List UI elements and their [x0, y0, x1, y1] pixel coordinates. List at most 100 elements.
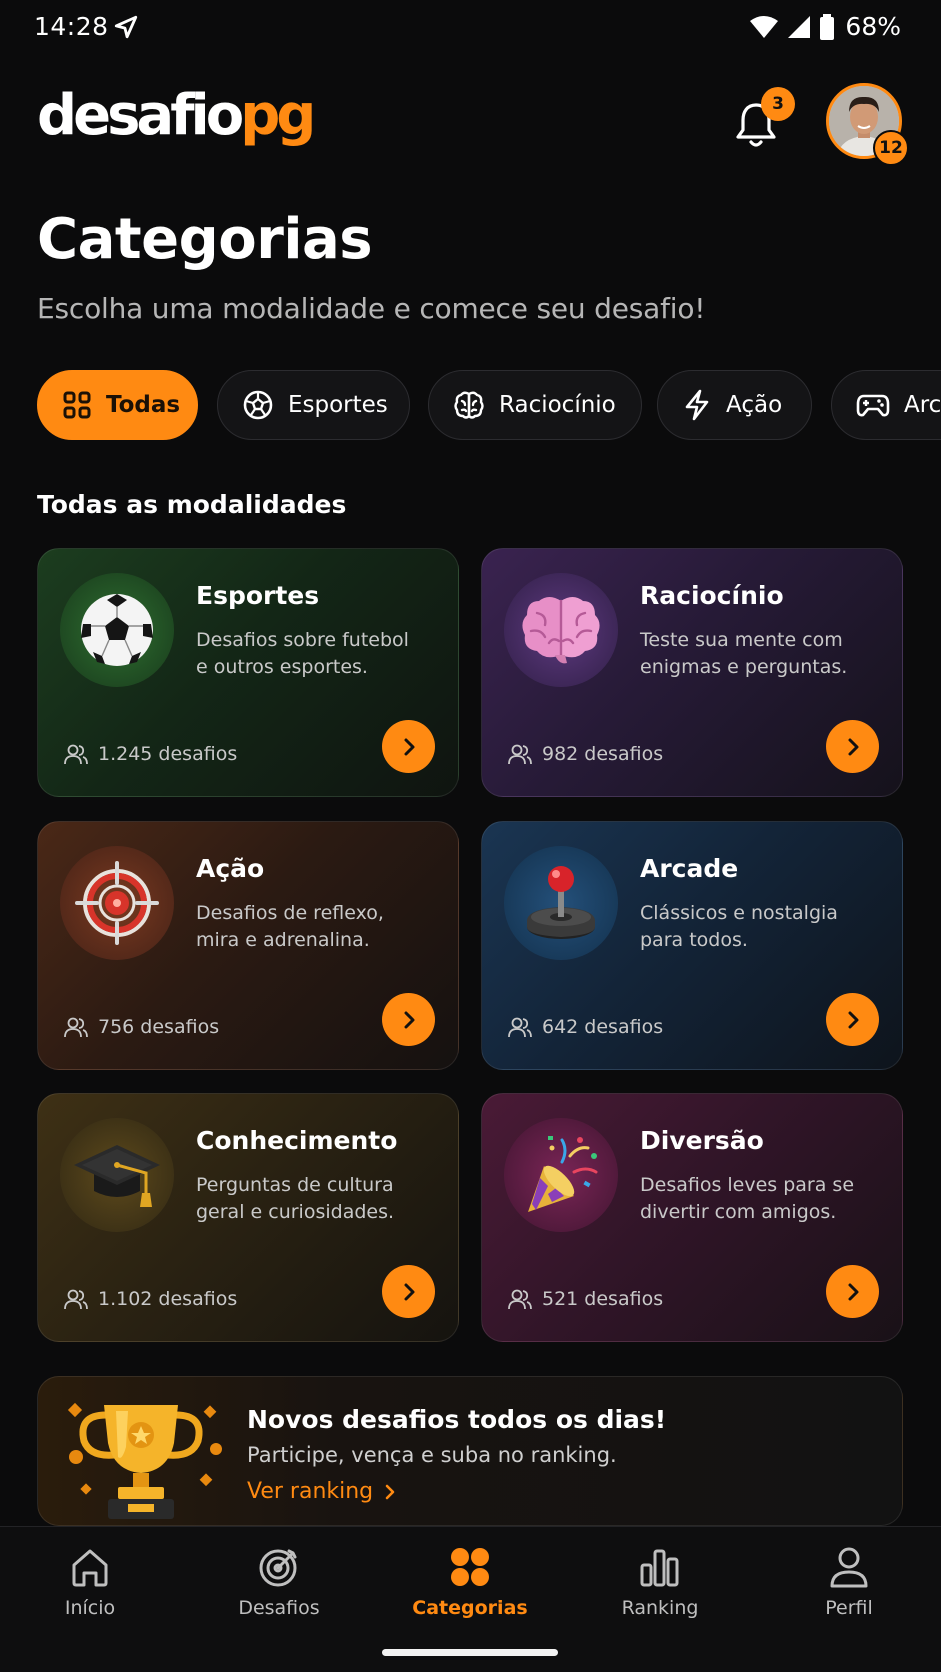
- ver-ranking-label: Ver ranking: [247, 1479, 374, 1504]
- brain-icon: [454, 391, 484, 419]
- category-description: Clássicos e nostalgia para todos.: [640, 902, 838, 951]
- users-icon: [64, 744, 88, 765]
- ver-ranking-link[interactable]: Ver ranking: [247, 1479, 397, 1504]
- category-card-esportes[interactable]: Esportes Desafios sobre futebol e outros…: [37, 548, 459, 797]
- users-icon: [508, 744, 532, 765]
- filter-chip-esportes[interactable]: Esportes: [217, 370, 410, 440]
- filter-chip-acao[interactable]: Ação: [657, 370, 812, 440]
- banner-title: Novos desafios todos os dias!: [247, 1405, 667, 1434]
- section-title: Todas as modalidades: [37, 490, 347, 519]
- notification-badge: 3: [761, 87, 795, 121]
- category-count-text: 642 desafios: [542, 1016, 664, 1038]
- category-count: 642 desafios: [508, 1016, 663, 1038]
- level-badge: 12: [873, 130, 909, 166]
- status-bar: 14:28 68%: [0, 0, 941, 56]
- page-title: Categorias: [37, 207, 373, 272]
- logo-text-accent: pg: [240, 83, 316, 148]
- category-icon-wrap: [504, 846, 618, 960]
- gamepad-icon: [856, 394, 890, 417]
- lightning-icon: [685, 389, 709, 421]
- category-title: Raciocínio: [640, 581, 784, 610]
- nav-item-categorias[interactable]: Categorias: [395, 1545, 545, 1619]
- chevron-right-icon: [848, 738, 858, 755]
- category-open-button[interactable]: [382, 720, 435, 773]
- wifi-icon: [750, 15, 779, 38]
- filter-chip-raciocinio[interactable]: Raciocínio: [428, 370, 642, 440]
- filter-chip-todas[interactable]: Todas: [37, 370, 198, 440]
- categories-icon: [451, 1548, 489, 1586]
- app-logo[interactable]: desafiopg: [37, 88, 316, 144]
- users-icon: [64, 1017, 88, 1038]
- category-count-text: 982 desafios: [542, 743, 664, 765]
- graduation-cap-icon: [74, 1145, 160, 1207]
- chevron-right-icon: [404, 1011, 414, 1028]
- chevron-right-icon: [385, 1484, 395, 1499]
- filter-chip-label: Arcade: [904, 392, 941, 418]
- nav-label: Início: [64, 1597, 116, 1619]
- target-icon: [75, 861, 159, 945]
- chevron-right-icon: [848, 1011, 858, 1028]
- battery-icon: [820, 13, 835, 40]
- category-open-button[interactable]: [382, 993, 435, 1046]
- category-card-arcade[interactable]: Arcade Clássicos e nostalgia para todos.…: [481, 821, 903, 1070]
- target-icon: [259, 1549, 297, 1587]
- nav-label: Ranking: [621, 1597, 699, 1619]
- nav-item-inicio[interactable]: Início: [15, 1545, 165, 1619]
- grid-icon: [63, 391, 91, 419]
- status-icons: 68%: [749, 12, 901, 41]
- category-count: 1.245 desafios: [64, 743, 237, 765]
- banner-subtitle: Participe, vença e suba no ranking.: [247, 1443, 617, 1467]
- category-icon-wrap: [60, 573, 174, 687]
- nav-label: Categorias: [412, 1597, 528, 1619]
- page-subtitle: Escolha uma modalidade e comece seu desa…: [37, 292, 706, 325]
- category-icon-wrap: [504, 1118, 618, 1232]
- logo-text-main: desafio: [37, 83, 244, 148]
- category-count: 756 desafios: [64, 1016, 219, 1038]
- nav-label: Desafios: [238, 1597, 320, 1619]
- category-open-button[interactable]: [826, 993, 879, 1046]
- category-title: Conhecimento: [196, 1126, 398, 1155]
- category-card-conhecimento[interactable]: Conhecimento Perguntas de cultura geral …: [37, 1093, 459, 1342]
- category-card-acao[interactable]: Ação Desafios de reflexo, mira e adrenal…: [37, 821, 459, 1070]
- filter-chip-arcade[interactable]: Arcade: [831, 370, 941, 440]
- nav-item-desafios[interactable]: Desafios: [204, 1545, 354, 1619]
- soccer-ball-icon: [81, 594, 153, 666]
- brain-icon: [522, 597, 600, 664]
- category-description: Perguntas de cultura geral e curiosidade…: [196, 1174, 395, 1223]
- category-icon-wrap: [60, 1118, 174, 1232]
- category-filter-bar[interactable]: Todas Esportes Raciocínio Ação Arcade: [37, 370, 941, 440]
- home-indicator[interactable]: [382, 1649, 558, 1656]
- category-card-raciocinio[interactable]: Raciocínio Teste sua mente com enigmas e…: [481, 548, 903, 797]
- category-icon-wrap: [60, 846, 174, 960]
- category-open-button[interactable]: [826, 720, 879, 773]
- party-popper-icon: [528, 1136, 598, 1212]
- category-count-text: 1.102 desafios: [98, 1288, 238, 1310]
- category-title: Esportes: [196, 581, 320, 610]
- nav-item-ranking[interactable]: Ranking: [585, 1545, 735, 1619]
- filter-chip-label: Raciocínio: [499, 392, 616, 418]
- category-description: Desafios leves para se divertir com amig…: [640, 1174, 855, 1223]
- category-description: Desafios sobre futebol e outros esportes…: [196, 629, 409, 678]
- category-card-diversao[interactable]: Diversão Desafios leves para se divertir…: [481, 1093, 903, 1342]
- soccer-ball-icon: [243, 390, 273, 420]
- category-count: 982 desafios: [508, 743, 663, 765]
- category-open-button[interactable]: [826, 1265, 879, 1318]
- ranking-promo-banner[interactable]: Novos desafios todos os dias! Participe,…: [37, 1376, 903, 1526]
- category-count-text: 756 desafios: [98, 1016, 220, 1038]
- chevron-right-icon: [404, 1283, 414, 1300]
- nav-item-perfil[interactable]: Perfil: [774, 1545, 924, 1619]
- category-count-text: 521 desafios: [542, 1288, 664, 1310]
- bar-chart-icon: [640, 1549, 679, 1587]
- users-icon: [64, 1289, 88, 1310]
- home-icon: [72, 1549, 108, 1587]
- chevron-right-icon: [404, 738, 414, 755]
- joystick-icon: [527, 866, 595, 939]
- category-title: Ação: [196, 854, 265, 883]
- category-open-button[interactable]: [382, 1265, 435, 1318]
- users-icon: [508, 1017, 532, 1038]
- navigation-arrow-icon: [114, 15, 138, 39]
- signal-icon: [788, 15, 811, 38]
- status-time: 14:28: [34, 12, 109, 41]
- filter-chip-label: Todas: [106, 392, 181, 418]
- category-count: 1.102 desafios: [64, 1288, 237, 1310]
